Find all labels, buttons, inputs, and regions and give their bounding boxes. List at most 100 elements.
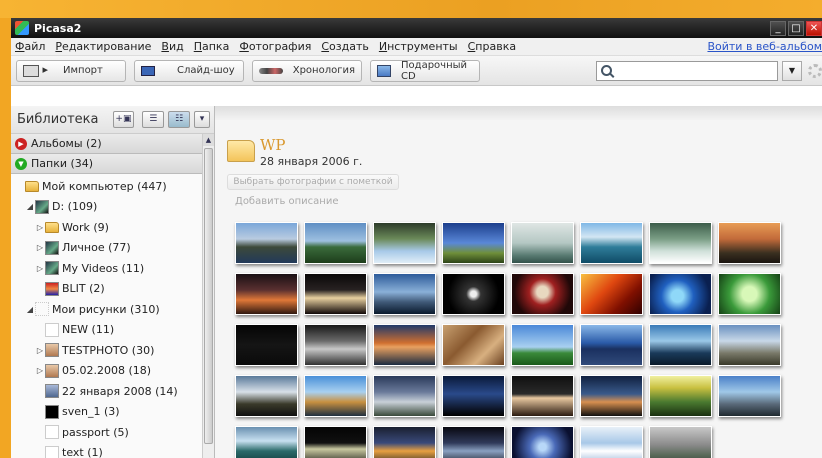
photo-thumbnail[interactable] [718,222,781,264]
photo-thumbnail[interactable] [511,426,574,458]
folder-thumbnail-icon [45,322,59,337]
minimize-button[interactable]: _ [770,20,786,36]
select-starred-button[interactable]: Выбрать фотографии с пометкой [227,174,399,190]
photo-thumbnail[interactable] [304,273,367,315]
sidebar-scrollbar[interactable]: ▲ [202,134,214,458]
photo-thumbnail[interactable] [373,222,436,264]
photo-thumbnail[interactable] [373,324,436,366]
photo-thumbnail[interactable] [511,222,574,264]
scroll-up-icon[interactable]: ▲ [203,134,214,146]
photo-thumbnail[interactable] [304,426,367,458]
photo-thumbnail[interactable] [511,273,574,315]
photo-thumbnail[interactable] [718,375,781,417]
menu-bar: Файл Редактирование Вид Папка Фотография… [11,38,822,56]
folder-thumbnail-icon [45,425,59,440]
tree-item[interactable]: ◢ Мои рисунки (310) [11,299,214,320]
tree-view-button[interactable]: ☷ [168,111,191,128]
photo-thumbnail[interactable] [235,273,298,315]
tree-item-label: My Videos (11) [62,261,145,275]
photo-thumbnail[interactable] [718,324,781,366]
photo-thumbnail[interactable] [442,426,505,458]
folder-thumbnail-icon [35,199,49,214]
tree-toggle-icon[interactable]: ▷ [35,346,45,355]
photo-thumbnail[interactable] [373,273,436,315]
tree-item-label: text (1) [62,446,103,458]
menu-photo[interactable]: Фотография [239,40,311,53]
tree-item[interactable]: ▷ Work (9) [11,217,214,238]
photo-thumbnail[interactable] [304,375,367,417]
photo-thumbnail[interactable] [373,426,436,458]
tree-item[interactable]: sven_1 (3) [11,402,214,423]
tree-item[interactable]: ▷ 05.02.2008 (18) [11,361,214,382]
tree-item[interactable]: passport (5) [11,422,214,443]
menu-help[interactable]: Справка [468,40,516,53]
menu-file[interactable]: Файл [15,40,45,53]
photo-thumbnail[interactable] [442,273,505,315]
menu-tools[interactable]: Инструменты [379,40,458,53]
photo-thumbnail[interactable] [511,375,574,417]
photo-thumbnail[interactable] [235,222,298,264]
tree-item[interactable]: ▷ Личное (77) [11,238,214,259]
tree-toggle-icon[interactable]: ◢ [25,202,35,211]
photo-thumbnail[interactable] [511,324,574,366]
folder-thumbnail-icon [45,343,59,358]
photo-thumbnail[interactable] [649,222,712,264]
tree-toggle-icon[interactable]: ◢ [25,305,35,314]
search-dropdown-button[interactable]: ▼ [782,60,802,81]
tree-item-label: Work (9) [62,220,109,234]
tree-toggle-icon[interactable]: ▷ [35,264,45,273]
photo-thumbnail[interactable] [580,426,643,458]
tree-toggle-icon[interactable]: ▷ [35,223,45,232]
photo-thumbnail[interactable] [442,222,505,264]
menu-folder[interactable]: Папка [194,40,230,53]
timeline-button[interactable]: Хронология [252,59,362,82]
photo-thumbnail[interactable] [649,426,712,458]
folder-thumbnail-icon [45,363,59,378]
photo-thumbnail[interactable] [718,273,781,315]
tree-item[interactable]: text (1) [11,443,214,458]
photo-thumbnail[interactable] [649,375,712,417]
list-view-button[interactable]: ☰ [142,111,165,128]
tree-toggle-icon[interactable]: ▷ [35,366,45,375]
tree-item[interactable]: ◢ D: (109) [11,197,214,218]
albums-section[interactable]: ▶ Альбомы (2) [11,134,214,154]
view-options-dropdown[interactable]: ▾ [194,111,210,128]
tree-item[interactable]: ▷ TESTPHOTO (30) [11,340,214,361]
import-button[interactable]: Импорт [16,59,126,82]
photo-thumbnail[interactable] [580,375,643,417]
menu-create[interactable]: Создать [321,40,369,53]
photo-thumbnail[interactable] [649,324,712,366]
photo-thumbnail[interactable] [649,273,712,315]
photo-thumbnail[interactable] [235,375,298,417]
scrollbar-thumb[interactable] [204,148,213,444]
tree-item[interactable]: BLIT (2) [11,279,214,300]
tree-item[interactable]: NEW (11) [11,320,214,341]
web-album-link[interactable]: Войти в веб-альбом [707,40,822,53]
new-album-button[interactable]: +▣ [112,111,135,128]
tree-item[interactable]: Мой компьютер (447) [11,176,214,197]
menu-view[interactable]: Вид [161,40,183,53]
photo-thumbnail[interactable] [580,273,643,315]
title-bar: Picasa2 _ □ ✕ [11,18,822,38]
photo-thumbnail[interactable] [235,324,298,366]
photo-thumbnail[interactable] [580,324,643,366]
folders-section[interactable]: ▼ Папки (34) [11,154,214,174]
slideshow-button[interactable]: Слайд-шоу [134,59,244,82]
photo-thumbnail[interactable] [235,426,298,458]
photo-thumbnail[interactable] [442,375,505,417]
photo-thumbnail[interactable] [373,375,436,417]
add-description-link[interactable]: Добавить описание [235,196,339,207]
maximize-button[interactable]: □ [788,20,804,36]
search-box [596,60,778,81]
menu-edit[interactable]: Редактирование [55,40,151,53]
close-button[interactable]: ✕ [806,20,822,36]
search-input[interactable] [618,65,777,76]
photo-thumbnail[interactable] [304,222,367,264]
tree-item[interactable]: ▷ My Videos (11) [11,258,214,279]
photo-thumbnail[interactable] [304,324,367,366]
photo-thumbnail[interactable] [580,222,643,264]
photo-thumbnail[interactable] [442,324,505,366]
tree-toggle-icon[interactable]: ▷ [35,243,45,252]
gift-cd-button[interactable]: Подарочный CD [370,59,480,82]
tree-item[interactable]: 22 января 2008 (14) [11,381,214,402]
